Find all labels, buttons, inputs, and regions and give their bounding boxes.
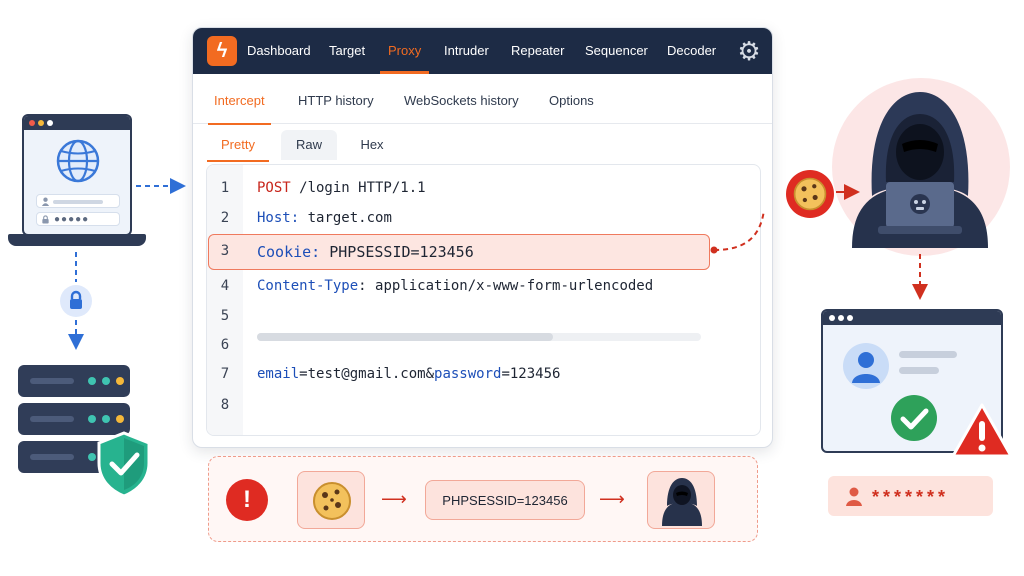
shield-check-icon bbox=[97, 431, 151, 498]
globe-icon bbox=[56, 139, 100, 183]
line-number: 6 bbox=[220, 337, 230, 353]
top-navigation-bar: ϟ Dashboard Target Proxy Intruder Repeat… bbox=[193, 28, 772, 74]
line-number: 7 bbox=[220, 366, 230, 382]
content-type-value: : application/x-www-form-urlencoded bbox=[358, 278, 654, 294]
cookie-value: PHPSESSID=123456 bbox=[320, 243, 474, 261]
host-header: Host: target.com bbox=[257, 210, 392, 226]
lightning-icon[interactable]: ϟ bbox=[207, 36, 237, 66]
window-dot-red bbox=[29, 120, 35, 126]
host-key: Host: bbox=[257, 210, 300, 226]
exposed-password-field: ******* bbox=[828, 476, 993, 516]
cookie-box bbox=[297, 471, 365, 529]
line-number: 8 bbox=[220, 397, 230, 413]
line-number-gutter bbox=[207, 165, 243, 435]
line-number: 4 bbox=[220, 278, 230, 294]
stolen-session-id: PHPSESSID=123456 bbox=[442, 493, 568, 508]
tab-options[interactable]: Options bbox=[549, 74, 594, 124]
scrollbar-thumb[interactable] bbox=[257, 333, 553, 341]
request-editor[interactable]: 1 2 3 4 5 6 7 8 POST /login HTTP/1.1 Hos… bbox=[206, 164, 761, 436]
nav-proxy[interactable]: Proxy bbox=[379, 28, 430, 74]
line-number: 5 bbox=[220, 308, 230, 324]
nav-target[interactable]: Target bbox=[329, 28, 365, 74]
nav-intruder[interactable]: Intruder bbox=[444, 28, 489, 74]
login-password-field: ●●●●● bbox=[36, 212, 120, 226]
victim-window-bar bbox=[823, 311, 1001, 325]
session-hijack-flow: ! ⟶ PHPSESSID=123456 ⟶ bbox=[208, 456, 758, 542]
horizontal-scrollbar[interactable] bbox=[257, 333, 701, 341]
cookie-icon bbox=[793, 177, 827, 211]
server-unit-1 bbox=[18, 365, 130, 397]
hacker-icon bbox=[662, 478, 702, 526]
line-number: 1 bbox=[220, 180, 230, 196]
check-circle-icon bbox=[891, 395, 937, 441]
user-icon bbox=[852, 352, 880, 383]
nav-sequencer[interactable]: Sequencer bbox=[585, 28, 648, 74]
body-password-value: =123456 bbox=[501, 366, 561, 382]
request-body: email=test@gmail.com&password=123456 bbox=[257, 366, 560, 382]
nav-decoder[interactable]: Decoder bbox=[667, 28, 716, 74]
laptop-window-bar bbox=[24, 116, 130, 130]
body-email-value: =test@gmail.com& bbox=[299, 366, 435, 382]
user-icon bbox=[41, 197, 50, 206]
content-type-key: Content-Type bbox=[257, 278, 359, 294]
nav-dashboard[interactable]: Dashboard bbox=[247, 28, 311, 74]
attacker-box bbox=[647, 471, 715, 529]
nav-repeater[interactable]: Repeater bbox=[511, 28, 564, 74]
tab-http-history[interactable]: HTTP history bbox=[298, 74, 374, 124]
lock-badge bbox=[60, 285, 92, 317]
proxy-window: ϟ Dashboard Target Proxy Intruder Repeat… bbox=[192, 27, 773, 448]
client-laptop-screen: ●●●●● bbox=[22, 114, 132, 236]
lock-small-icon bbox=[42, 215, 49, 224]
body-email-key: email bbox=[257, 366, 300, 382]
tab-intercept[interactable]: Intercept bbox=[208, 74, 271, 125]
stolen-session-box: PHPSESSID=123456 bbox=[425, 480, 585, 520]
password-mask: ******* bbox=[872, 487, 950, 507]
window-dot-yellow bbox=[38, 120, 44, 126]
line-number: 2 bbox=[220, 210, 230, 226]
tab-hex[interactable]: Hex bbox=[347, 130, 397, 160]
attacker-hacker-icon bbox=[852, 92, 988, 248]
arrow-right-icon: ⟶ bbox=[599, 489, 625, 509]
victim-avatar bbox=[843, 343, 889, 389]
tab-pretty[interactable]: Pretty bbox=[207, 130, 269, 162]
proxy-subtabs: Intercept HTTP history WebSockets histor… bbox=[193, 74, 772, 125]
http-method: POST bbox=[257, 180, 291, 196]
content-type-header: Content-Type: application/x-www-form-url… bbox=[257, 278, 653, 294]
cookie-header: Cookie: PHPSESSID=123456 bbox=[257, 243, 474, 261]
gear-icon[interactable]: ⚙ bbox=[735, 37, 763, 65]
lock-icon bbox=[70, 290, 82, 309]
request-path: /login HTTP/1.1 bbox=[290, 180, 426, 196]
cookie-icon bbox=[313, 482, 351, 520]
host-value: target.com bbox=[299, 210, 392, 226]
cookie-key: Cookie: bbox=[257, 243, 321, 261]
client-laptop-base bbox=[8, 234, 146, 246]
request-line: POST /login HTTP/1.1 bbox=[257, 180, 426, 196]
warning-triangle-icon bbox=[951, 403, 1013, 458]
arrow-right-icon: ⟶ bbox=[381, 489, 407, 509]
line-number: 3 bbox=[220, 243, 230, 259]
body-password-key: password bbox=[434, 366, 502, 382]
login-username-field bbox=[36, 194, 120, 208]
user-icon bbox=[846, 487, 862, 506]
window-dot-white bbox=[47, 120, 53, 126]
stolen-cookie-badge bbox=[786, 170, 834, 218]
tab-websockets-history[interactable]: WebSockets history bbox=[404, 74, 519, 124]
alert-icon: ! bbox=[226, 479, 268, 521]
tab-raw[interactable]: Raw bbox=[281, 130, 337, 160]
